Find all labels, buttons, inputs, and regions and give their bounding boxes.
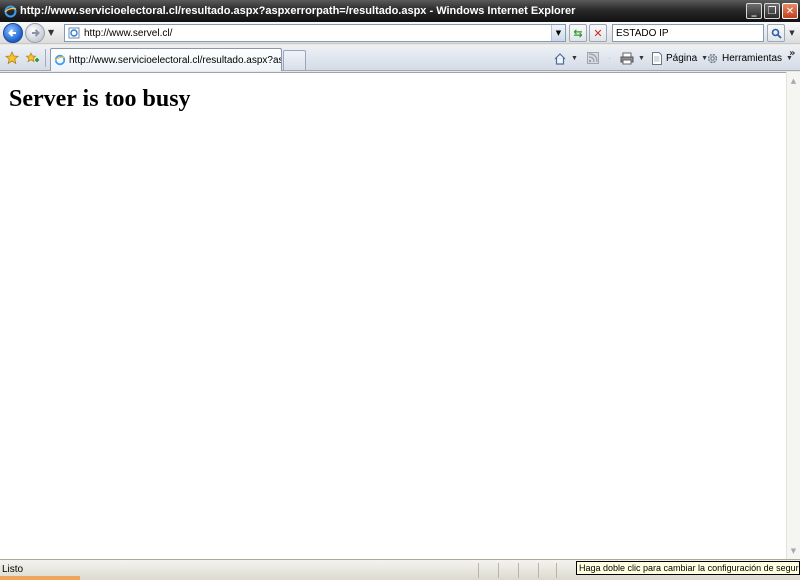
rss-feed-icon — [587, 52, 599, 64]
page-menu-button[interactable]: Página ▼ — [651, 50, 708, 66]
ie-logo-icon — [3, 4, 17, 18]
tab-ie-icon — [54, 54, 66, 66]
printer-icon — [620, 52, 634, 64]
feeds-divider-icon: · — [608, 52, 612, 64]
print-dropdown-icon[interactable]: ▼ — [638, 55, 645, 62]
tab-separator — [45, 49, 46, 67]
status-text: Listo — [2, 564, 24, 575]
home-dropdown-icon[interactable]: ▼ — [571, 55, 578, 62]
search-text[interactable]: ESTADO IP — [616, 28, 669, 39]
address-input[interactable]: http://www.servel.cl/ ▼ — [64, 24, 566, 42]
recent-pages-dropdown-icon[interactable]: ▼ — [48, 28, 54, 37]
status-divider — [478, 563, 479, 578]
scroll-down-arrow-icon[interactable]: ▼ — [787, 544, 800, 557]
page-menu-label: Página — [666, 52, 698, 64]
magnifier-icon — [771, 28, 782, 39]
tools-menu-button[interactable]: Herramientas ▼ — [706, 50, 793, 66]
page-icon — [652, 51, 662, 65]
address-text[interactable]: http://www.servel.cl/ — [84, 28, 551, 39]
feeds-button[interactable] — [587, 50, 599, 66]
stop-button[interactable]: ✕ — [589, 24, 607, 42]
back-button[interactable] — [3, 23, 23, 43]
refresh-button[interactable]: ⇆ — [569, 24, 587, 42]
address-dropdown-icon[interactable]: ▼ — [551, 25, 565, 41]
search-input[interactable]: ESTADO IP — [612, 24, 764, 42]
status-divider — [538, 563, 539, 578]
vertical-scrollbar[interactable]: ▲ ▼ — [786, 72, 800, 559]
more-commands-chevron-icon[interactable]: » — [789, 48, 795, 59]
forward-button[interactable] — [25, 23, 45, 43]
print-button[interactable]: ▼ — [620, 50, 645, 66]
home-button[interactable]: ▼ — [553, 50, 578, 66]
stop-icon: ✕ — [593, 26, 603, 40]
page-title: Server is too busy — [9, 86, 191, 112]
new-tab-button[interactable] — [283, 50, 306, 70]
security-zone-tooltip: Haga doble clic para cambiar la configur… — [576, 561, 800, 575]
status-bar: Listo Haga doble clic para cambiar la co… — [0, 559, 800, 580]
arrow-right-icon — [32, 29, 40, 37]
tab-label: http://www.servicioelectoral.cl/resultad… — [69, 54, 281, 66]
favorites-star-icon[interactable] — [4, 50, 19, 65]
tab-row: http://www.servicioelectoral.cl/resultad… — [0, 45, 800, 71]
add-favorite-icon[interactable] — [24, 50, 39, 65]
tools-menu-label: Herramientas — [722, 52, 783, 64]
restore-button[interactable]: ❐ — [764, 3, 780, 19]
page-content: Server is too busy — [0, 72, 786, 559]
address-row: ▼ http://www.servel.cl/ ▼ ⇆ ✕ ESTADO IP … — [0, 22, 800, 44]
refresh-icon: ⇆ — [573, 26, 583, 40]
tab-current[interactable]: http://www.servicioelectoral.cl/resultad… — [50, 48, 282, 71]
home-icon — [554, 52, 566, 65]
window-title: http://www.servicioelectoral.cl/resultad… — [20, 5, 576, 17]
search-button[interactable] — [767, 24, 785, 42]
arrow-left-icon — [8, 29, 16, 37]
page-ie-icon — [67, 26, 81, 40]
gear-icon — [707, 53, 718, 63]
close-button[interactable]: ✕ — [782, 3, 798, 19]
taskbar-edge — [0, 576, 80, 580]
title-bar: http://www.servicioelectoral.cl/resultad… — [0, 0, 800, 22]
scroll-up-arrow-icon[interactable]: ▲ — [787, 74, 800, 87]
status-divider — [556, 563, 557, 578]
minimize-button[interactable]: _ — [746, 3, 762, 19]
search-options-dropdown-icon[interactable]: ▼ — [786, 24, 798, 42]
status-divider — [498, 563, 499, 578]
status-divider — [518, 563, 519, 578]
